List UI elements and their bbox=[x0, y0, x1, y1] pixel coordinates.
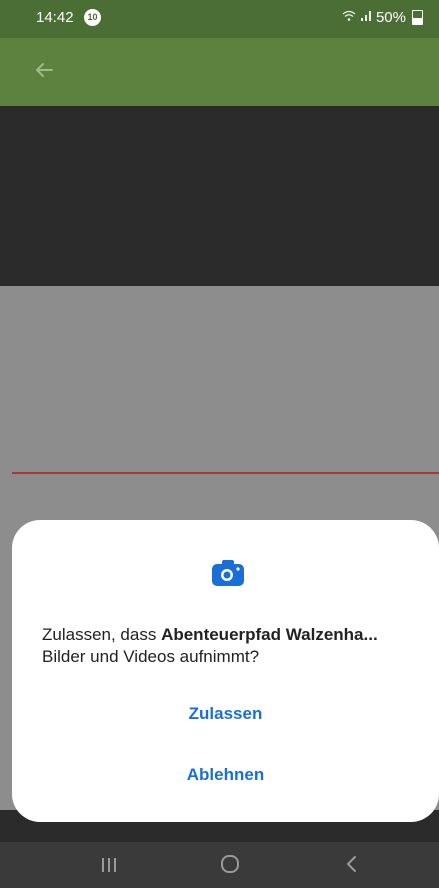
scan-line bbox=[12, 472, 439, 474]
status-time: 14:42 bbox=[36, 9, 74, 26]
dialog-app-name: Abenteuerpfad Walzenha... bbox=[161, 625, 378, 644]
camera-icon bbox=[211, 559, 245, 587]
dialog-message-suffix: Bilder und Videos aufnimmt? bbox=[42, 647, 260, 666]
notification-badge-icon: 10 bbox=[84, 9, 101, 26]
signal-icon bbox=[360, 10, 372, 25]
recents-icon[interactable] bbox=[100, 856, 118, 874]
allow-button[interactable]: Zulassen bbox=[12, 704, 439, 724]
navigation-bar bbox=[0, 842, 439, 888]
back-arrow-icon[interactable] bbox=[32, 58, 56, 82]
status-bar: 14:42 10 50% bbox=[0, 0, 439, 38]
camera-view-top bbox=[0, 106, 439, 286]
status-indicators: 50% bbox=[342, 9, 423, 26]
battery-icon bbox=[412, 10, 423, 25]
battery-percent: 50% bbox=[375, 9, 406, 26]
wifi-icon bbox=[342, 10, 356, 25]
back-icon[interactable] bbox=[344, 854, 358, 874]
app-bar bbox=[0, 38, 439, 106]
dialog-message-prefix: Zulassen, dass bbox=[42, 625, 162, 644]
screen: 14:42 10 50% Zulassen, dass Abenteuerpfa… bbox=[0, 0, 439, 888]
dialog-message: Zulassen, dass Abenteuerpfad Walzenha...… bbox=[42, 624, 432, 668]
permission-dialog: Zulassen, dass Abenteuerpfad Walzenha...… bbox=[12, 520, 439, 822]
deny-button[interactable]: Ablehnen bbox=[12, 765, 439, 785]
home-icon[interactable] bbox=[220, 854, 240, 874]
